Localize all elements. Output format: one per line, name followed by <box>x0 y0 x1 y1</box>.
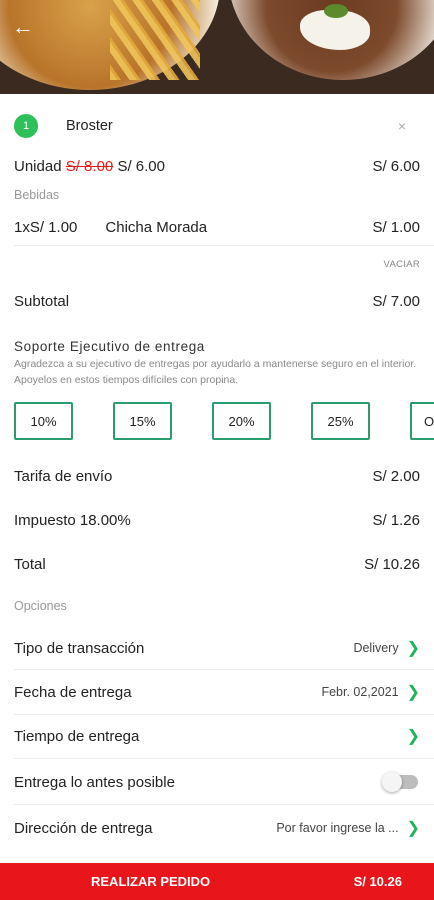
divider <box>14 758 434 759</box>
asap-row: Entrega lo antes posible <box>14 770 420 794</box>
subtotal-row: Subtotal S/ 7.00 <box>14 290 420 312</box>
delivery-date-label: Fecha de entrega <box>14 683 132 701</box>
cart-sheet: 1 Broster × Unidad S/ 8.00 S/ 6.00 S/ 6.… <box>0 94 434 900</box>
total-row: Total S/ 10.26 <box>14 553 420 575</box>
chevron-right-icon: ❯ <box>406 728 420 745</box>
delivery-time-label: Tiempo de entrega <box>14 727 140 745</box>
beverage-qty: 1xS/ 1.00 <box>14 218 78 236</box>
tip-option-15[interactable]: 15% <box>113 402 172 440</box>
hero-food-image: ← <box>0 0 434 94</box>
tip-title: Soporte Ejecutivo de entrega <box>14 338 205 354</box>
chevron-right-icon: ❯ <box>406 684 420 701</box>
divider <box>14 714 434 715</box>
unit-total: S/ 6.00 <box>372 157 420 175</box>
shipping-label: Tarifa de envío <box>14 467 113 485</box>
tip-option-other[interactable]: Otr <box>410 402 434 440</box>
item-name: Broster <box>66 118 113 134</box>
subtotal-label: Subtotal <box>14 292 70 310</box>
unit-label: Unidad <box>14 157 62 175</box>
tax-row: Impuesto 18.00% S/ 1.26 <box>14 509 420 531</box>
beverage-total: S/ 1.00 <box>372 218 420 236</box>
tip-title-row: Soporte Ejecutivo de entrega <box>14 336 420 356</box>
divider <box>14 804 434 805</box>
shipping-value: S/ 2.00 <box>372 467 420 485</box>
total-label: Total <box>14 555 46 573</box>
beverage-name: Chicha Morada <box>105 218 208 236</box>
delivery-address-row[interactable]: Dirección de entrega Por favor ingrese l… <box>14 816 420 840</box>
fries <box>110 0 200 80</box>
unit-old-price: S/ 8.00 <box>65 157 114 175</box>
options-section: Opciones <box>14 597 420 615</box>
beverages-label: Bebidas <box>14 186 420 204</box>
delivery-date-value: Febr. 02,2021 <box>321 685 399 699</box>
transaction-type-label: Tipo de transacción <box>14 639 145 657</box>
asap-toggle[interactable] <box>382 772 418 792</box>
cart-item-header: 1 Broster × <box>14 113 420 139</box>
shipping-row: Tarifa de envío S/ 2.00 <box>14 465 420 487</box>
tip-description: Agradezca a su ejecutivo de entregas por… <box>14 358 417 386</box>
empty-cart-button[interactable]: VACIAR <box>384 259 420 270</box>
back-arrow-icon[interactable]: ← <box>8 12 38 42</box>
unit-new-price: S/ 6.00 <box>117 157 165 175</box>
place-order-label: REALIZAR PEDIDO <box>91 874 211 889</box>
tip-options: 10% 15% 20% 25% Otr <box>14 402 434 440</box>
close-icon[interactable]: × <box>398 118 406 134</box>
transaction-type-row[interactable]: Tipo de transacción Delivery ❯ <box>14 636 420 660</box>
asap-label: Entrega lo antes posible <box>14 773 175 791</box>
delivery-address-label: Dirección de entrega <box>14 819 153 837</box>
unit-price-row: Unidad S/ 8.00 S/ 6.00 S/ 6.00 <box>14 155 420 177</box>
delivery-address-value: Por favor ingrese la ... <box>276 821 399 835</box>
tip-option-25[interactable]: 25% <box>311 402 370 440</box>
garnish <box>324 4 348 18</box>
divider <box>14 669 434 670</box>
total-value: S/ 10.26 <box>364 555 420 573</box>
delivery-time-row[interactable]: Tiempo de entrega ❯ <box>14 724 420 748</box>
tax-value: S/ 1.26 <box>372 511 420 529</box>
divider <box>14 245 434 246</box>
subtotal-value: S/ 7.00 <box>372 292 420 310</box>
beverages-label-text: Bebidas <box>14 188 60 202</box>
tip-option-20[interactable]: 20% <box>212 402 271 440</box>
chevron-right-icon: ❯ <box>406 820 420 837</box>
tax-label: Impuesto 18.00% <box>14 511 131 529</box>
tip-option-10[interactable]: 10% <box>14 402 73 440</box>
place-order-amount: S/ 10.26 <box>353 874 402 889</box>
item-count-badge: 1 <box>14 114 38 138</box>
beverage-row: 1xS/ 1.00 Chicha Morada S/ 1.00 <box>14 216 420 238</box>
place-order-button[interactable]: REALIZAR PEDIDO S/ 10.26 <box>0 863 434 900</box>
options-label: Opciones <box>14 599 67 613</box>
transaction-type-value: Delivery <box>353 641 399 655</box>
chevron-right-icon: ❯ <box>406 640 420 657</box>
toggle-knob <box>382 772 402 792</box>
delivery-date-row[interactable]: Fecha de entrega Febr. 02,2021 ❯ <box>14 680 420 704</box>
empty-cart-row: VACIAR <box>14 256 420 272</box>
